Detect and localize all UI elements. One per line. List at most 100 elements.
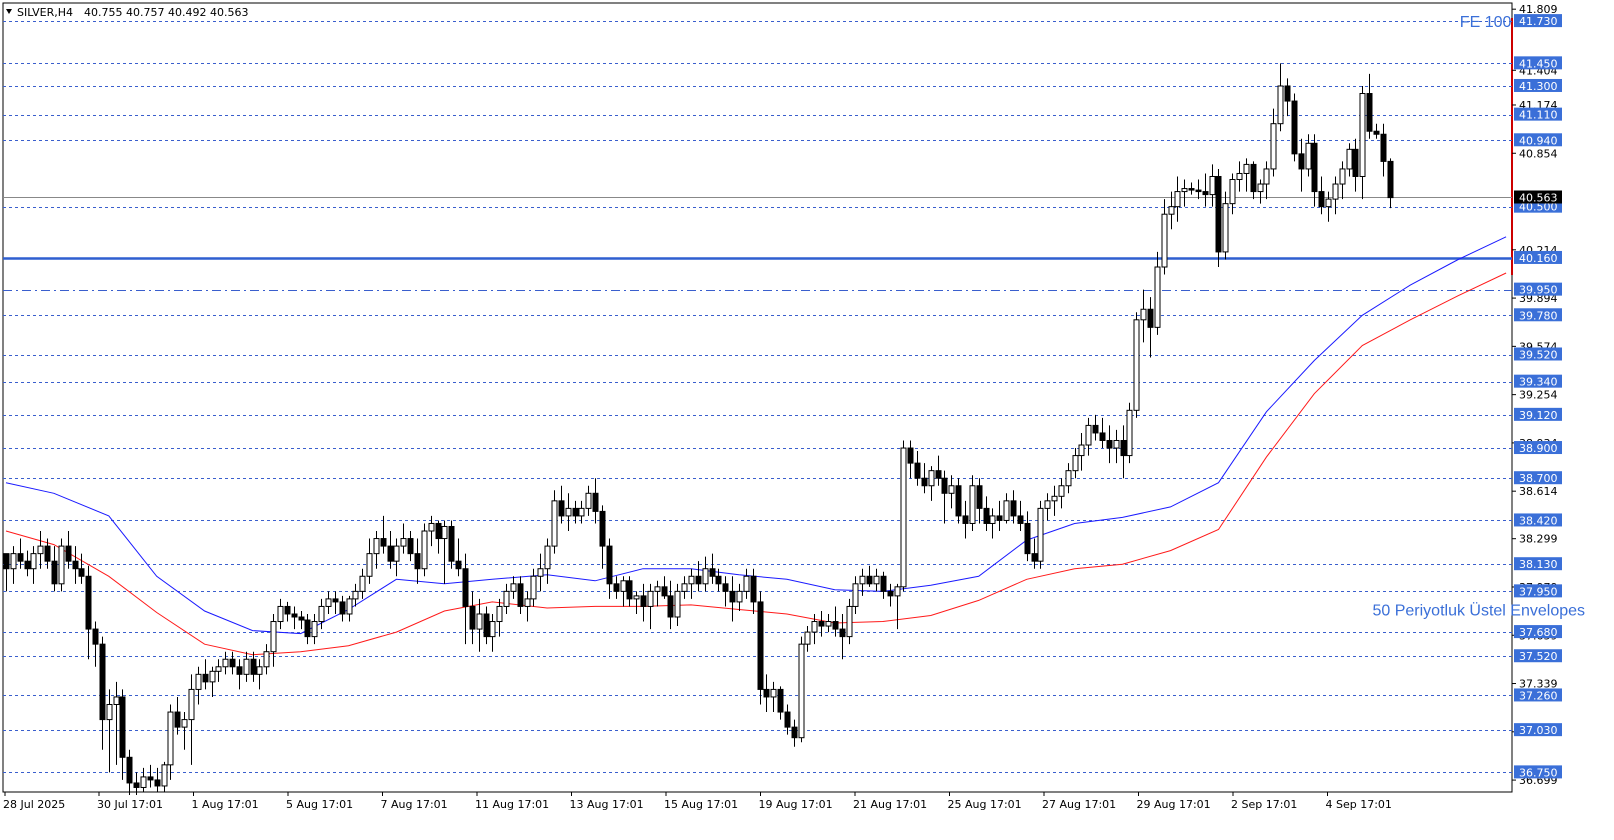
- candle-body-down: [599, 510, 606, 547]
- candle-113: [777, 686, 784, 720]
- candle-body-up: [503, 590, 510, 607]
- candle-74: [510, 576, 517, 599]
- candle-38: [263, 644, 270, 675]
- candle-9: [65, 531, 72, 569]
- candle-body-up: [1003, 500, 1010, 521]
- level-tag-2: 41.300: [1514, 78, 1562, 93]
- candle-body-up: [373, 538, 380, 555]
- candle-146: [1003, 493, 1010, 524]
- level-tag-text: 39.520: [1519, 349, 1558, 362]
- candle-120: [825, 613, 832, 633]
- level-tag-1: 41.450: [1514, 56, 1562, 70]
- candle-160: [1099, 417, 1106, 449]
- level-tag-text: 39.780: [1519, 309, 1558, 322]
- candle-185: [1270, 108, 1277, 177]
- candle-body-down: [250, 658, 257, 675]
- candle-169: [1161, 199, 1168, 275]
- candle-body-up: [428, 522, 435, 532]
- candle-body-down: [1106, 439, 1113, 449]
- candle-body-down: [469, 605, 476, 630]
- candle-body-down: [202, 673, 209, 683]
- candle-body-down: [407, 538, 414, 555]
- x-tick-label-8: 19 Aug 17:01: [759, 798, 833, 811]
- candle-25: [174, 696, 181, 735]
- candle-58: [400, 523, 407, 554]
- candle-127: [873, 568, 880, 592]
- candle-body-up: [1181, 188, 1188, 193]
- candle-128: [880, 571, 887, 599]
- candle-body-down: [1318, 191, 1325, 208]
- candle-body-up: [277, 605, 284, 623]
- candle-102: [702, 556, 709, 592]
- level-tag-4: 40.940: [1514, 133, 1562, 147]
- candle-body-down: [1147, 308, 1154, 328]
- candle-182: [1250, 161, 1257, 200]
- candle-body-down: [976, 485, 983, 509]
- candle-149: [1024, 511, 1031, 562]
- candle-33: [229, 651, 236, 675]
- candle-body-up: [1140, 308, 1147, 321]
- candle-196: [1346, 143, 1353, 177]
- candle-139: [955, 478, 962, 524]
- level-tag-21: 36.750: [1514, 765, 1562, 779]
- candle-body-up: [1174, 191, 1181, 208]
- level-tag-text: 37.260: [1519, 689, 1558, 702]
- level-tag-text: 38.700: [1519, 472, 1558, 485]
- level-tag-19: 37.260: [1514, 688, 1562, 702]
- annotation-1: 50 Periyotluk Üstel Envelopes: [1372, 601, 1585, 619]
- candle-69: [476, 598, 483, 652]
- candle-100: [688, 568, 695, 599]
- candle-body-up: [113, 696, 120, 706]
- candle-18: [126, 749, 133, 796]
- candle-body-down: [996, 515, 1003, 521]
- candle-body-up: [1085, 424, 1092, 446]
- candle-172: [1181, 179, 1188, 207]
- candle-141: [969, 475, 976, 532]
- level-tag-20: 37.030: [1514, 723, 1562, 737]
- candle-148: [1017, 500, 1024, 532]
- symbol-label: SILVER,H4: [17, 6, 73, 19]
- candle-body-down: [462, 568, 469, 607]
- candle-44: [304, 613, 311, 645]
- candle-body-down: [983, 507, 990, 524]
- x-tick-label-3: 5 Aug 17:01: [286, 798, 353, 811]
- candle-body-down: [1120, 439, 1127, 457]
- candle-108: [743, 568, 750, 599]
- candle-85: [585, 485, 592, 516]
- candle-37: [256, 659, 263, 690]
- candle-body-up: [243, 658, 250, 675]
- level-tag-text: 40.160: [1519, 252, 1558, 265]
- candle-151: [1037, 500, 1044, 569]
- candle-body-up: [565, 507, 572, 517]
- candle-45: [311, 613, 318, 645]
- candle-184: [1263, 161, 1270, 200]
- candle-81: [558, 485, 565, 524]
- candle-body-up: [209, 670, 216, 683]
- candle-body-up: [894, 586, 901, 597]
- candle-16: [113, 681, 120, 765]
- candle-31: [215, 659, 222, 682]
- candle-136: [935, 455, 942, 486]
- collapse-triangle-icon[interactable]: [6, 9, 12, 14]
- candle-179: [1229, 173, 1236, 215]
- x-tick-label-13: 2 Sep 17:01: [1231, 798, 1297, 811]
- candle-body-down: [72, 560, 79, 570]
- candle-body-up: [530, 575, 537, 600]
- candle-17: [119, 689, 126, 780]
- candle-3: [24, 550, 31, 577]
- candle-147: [1010, 490, 1017, 524]
- candle-body-up: [1236, 172, 1243, 181]
- level-tag-text: 37.680: [1519, 626, 1558, 639]
- candle-body-down: [133, 782, 140, 788]
- candle-body-down: [572, 507, 579, 517]
- x-tick-label-11: 27 Aug 17:01: [1042, 798, 1116, 811]
- candle-155: [1065, 463, 1072, 494]
- candle-body-down: [1250, 163, 1257, 193]
- candle-193: [1325, 191, 1332, 222]
- time-axis: 28 Jul 2025 30 Jul 17:01 1 Aug 17:01 5 Aug …: [3, 792, 1392, 811]
- candle-138: [948, 475, 955, 509]
- candle-body-down: [44, 545, 51, 562]
- candle-body-up: [989, 515, 996, 524]
- candle-body-up: [1270, 123, 1277, 170]
- candle-body-down: [119, 696, 126, 758]
